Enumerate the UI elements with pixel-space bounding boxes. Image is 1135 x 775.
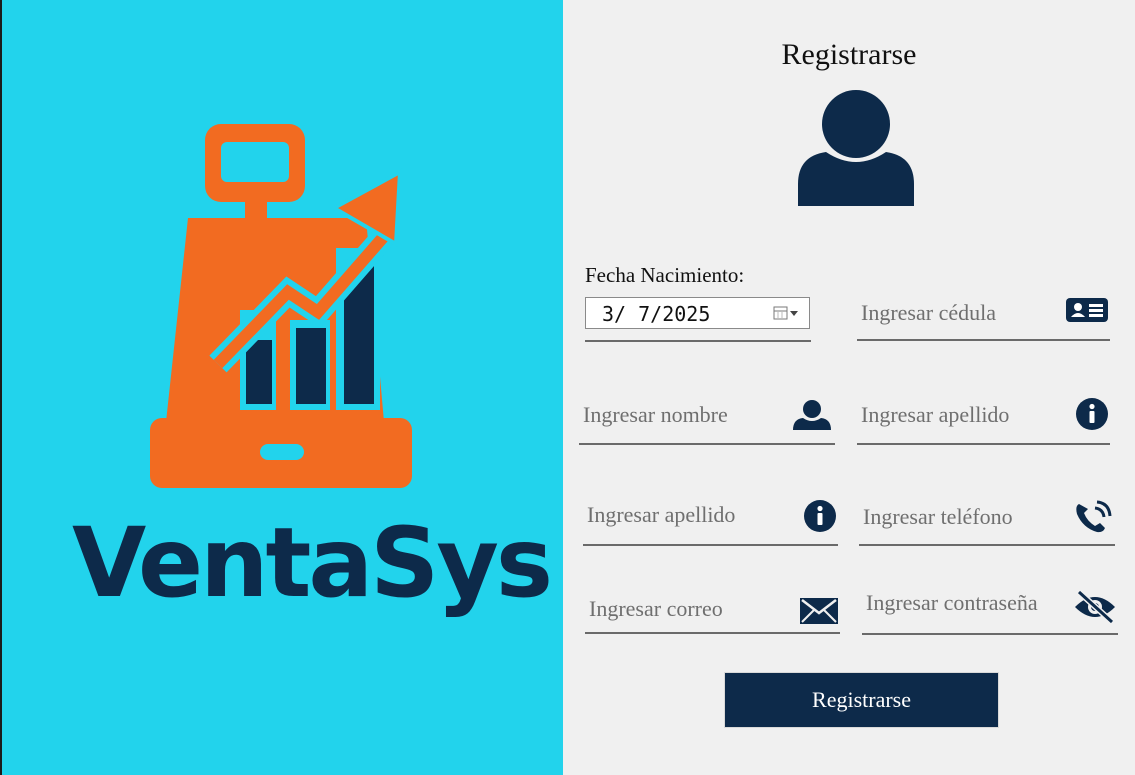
register-button[interactable]: Registrarse xyxy=(724,672,999,728)
nombre-input[interactable]: Ingresar nombre xyxy=(583,402,728,428)
contrasena-field[interactable]: Ingresar contraseña xyxy=(862,582,1118,635)
page-title: Registrarse xyxy=(781,38,917,71)
contrasena-input[interactable]: Ingresar contraseña xyxy=(866,590,1038,616)
birthdate-value: 3/ 7/2025 xyxy=(602,302,711,326)
date-label: Fecha Nacimiento: xyxy=(585,263,745,287)
eye-slash-icon[interactable] xyxy=(1074,590,1116,624)
calendar-dropdown-icon[interactable] xyxy=(773,306,801,320)
telefono-field[interactable]: Ingresar teléfono xyxy=(859,494,1115,546)
phone-ring-icon xyxy=(1076,500,1112,533)
user-avatar-icon xyxy=(798,90,914,206)
ventasys-logo-icon xyxy=(150,124,412,488)
info-icon xyxy=(804,500,836,532)
brand-panel: VentaSys xyxy=(0,0,563,775)
correo-input[interactable]: Ingresar correo xyxy=(589,596,723,622)
segundo-apellido-input[interactable]: Ingresar apellido xyxy=(587,502,735,528)
apellido-input[interactable]: Ingresar apellido xyxy=(861,402,1009,428)
info-icon xyxy=(1076,398,1108,430)
cedula-input[interactable]: Ingresar cédula xyxy=(861,300,996,326)
id-card-icon xyxy=(1066,298,1108,322)
correo-field[interactable]: Ingresar correo xyxy=(585,584,840,634)
telefono-input[interactable]: Ingresar teléfono xyxy=(863,504,1013,530)
cedula-field[interactable]: Ingresar cédula xyxy=(857,292,1110,341)
date-underline xyxy=(585,340,811,342)
brand-name: VentaSys xyxy=(72,507,553,619)
envelope-icon xyxy=(800,598,838,624)
user-icon xyxy=(793,400,831,430)
nombre-field[interactable]: Ingresar nombre xyxy=(579,394,835,445)
birthdate-picker[interactable]: 3/ 7/2025 xyxy=(585,297,810,329)
window-edge xyxy=(0,0,2,775)
apellido-field[interactable]: Ingresar apellido xyxy=(857,394,1110,445)
segundo-apellido-field[interactable]: Ingresar apellido xyxy=(583,494,838,546)
register-panel: Registrarse Fecha Nacimiento: 3/ 7/2025 … xyxy=(563,0,1135,775)
